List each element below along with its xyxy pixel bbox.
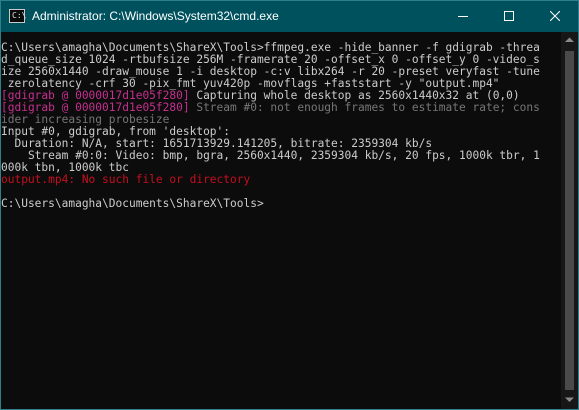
console-text: zerolatency -crf 30 -pix_fmt yuv420p -mo… bbox=[1, 78, 500, 90]
console-line: Input #0, gdigrab, from 'desktop': bbox=[1, 126, 561, 138]
console-text: Input #0, gdigrab, from 'desktop': bbox=[1, 126, 231, 138]
maximize-icon bbox=[504, 11, 514, 21]
console-text: C:\Users\amagha\Documents\ShareX\Tools> bbox=[1, 198, 264, 210]
console-output[interactable]: C:\Users\amagha\Documents\ShareX\Tools>f… bbox=[1, 32, 561, 409]
console-text: ize 2560x1440 -draw_mouse 1 -i desktop -… bbox=[1, 66, 540, 78]
close-icon bbox=[550, 11, 560, 21]
console-text: Duration: N/A, start: 1651713929.141205,… bbox=[1, 138, 433, 150]
console-text: C:\Users\amagha\Documents\ShareX\Tools>f… bbox=[1, 42, 540, 54]
console-text: Stream #0:0: Video: bmp, bgra, 2560x1440… bbox=[1, 150, 540, 162]
console-line: zerolatency -crf 30 -pix_fmt yuv420p -mo… bbox=[1, 78, 561, 90]
console-line: Duration: N/A, start: 1651713929.141205,… bbox=[1, 138, 561, 150]
close-button[interactable] bbox=[532, 1, 578, 32]
console-text: Capturing whole desktop as 2560x1440x32 … bbox=[189, 90, 520, 102]
console-line: C:\Users\amagha\Documents\ShareX\Tools>f… bbox=[1, 42, 561, 54]
scrollbar-thumb[interactable] bbox=[565, 51, 574, 390]
scroll-down-button[interactable] bbox=[561, 392, 578, 409]
console-text: Stream #0: not enough frames to estimate… bbox=[189, 102, 540, 114]
console-line: ize 2560x1440 -draw_mouse 1 -i desktop -… bbox=[1, 66, 561, 78]
chevron-down-icon bbox=[565, 397, 574, 402]
title-bar[interactable]: C:\ Administrator: C:\Windows\System32\c… bbox=[1, 1, 578, 32]
console-line: [gdigrab @ 0000017d1e05f280] Capturing w… bbox=[1, 90, 561, 102]
console-line: [gdigrab @ 0000017d1e05f280] Stream #0: … bbox=[1, 102, 561, 114]
console-line: ider increasing probesize bbox=[1, 114, 561, 126]
cmd-window: C:\ Administrator: C:\Windows\System32\c… bbox=[0, 0, 579, 410]
console-text: [gdigrab @ 0000017d1e05f280] bbox=[1, 102, 190, 114]
console-text: [gdigrab @ 0000017d1e05f280] bbox=[1, 90, 190, 102]
console-text: 000k tbn, 1000k tbc bbox=[1, 162, 129, 174]
cmd-icon[interactable]: C:\ bbox=[9, 9, 27, 23]
console-line: 000k tbn, 1000k tbc bbox=[1, 162, 561, 174]
scroll-up-button[interactable] bbox=[561, 32, 578, 49]
console-text: ider increasing probesize bbox=[1, 114, 170, 126]
console-line: Stream #0:0: Video: bmp, bgra, 2560x1440… bbox=[1, 150, 561, 162]
window-title: Administrator: C:\Windows\System32\cmd.e… bbox=[32, 9, 279, 23]
console-line: output.mp4: No such file or directory bbox=[1, 174, 561, 186]
minimize-button[interactable] bbox=[440, 1, 486, 32]
cmd-icon-glyph: C:\ bbox=[12, 11, 27, 20]
console-line: d_queue_size 1024 -rtbufsize 256M -frame… bbox=[1, 54, 561, 66]
minimize-icon bbox=[458, 16, 468, 17]
console-line: C:\Users\amagha\Documents\ShareX\Tools> bbox=[1, 198, 561, 210]
console-text: d_queue_size 1024 -rtbufsize 256M -frame… bbox=[1, 54, 540, 66]
chevron-up-icon bbox=[565, 37, 574, 42]
maximize-button[interactable] bbox=[486, 1, 532, 32]
vertical-scrollbar[interactable] bbox=[561, 32, 578, 409]
console-text: output.mp4: No such file or directory bbox=[1, 174, 251, 186]
